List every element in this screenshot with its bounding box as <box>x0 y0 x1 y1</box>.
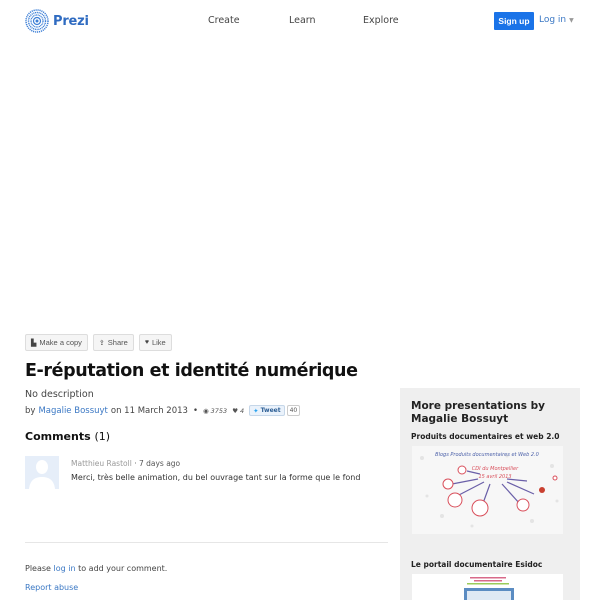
comment-meta: Matthieu Rastoll · 7 days ago <box>71 459 180 468</box>
log-in-dropdown[interactable]: Log in ▼ <box>539 15 574 25</box>
comment-time: · 7 days ago <box>134 459 181 468</box>
heart-icon: ♥ <box>232 406 239 415</box>
presentation-description: No description <box>25 389 94 400</box>
like-button[interactable]: ♥ Like <box>138 334 172 351</box>
avatar <box>25 456 59 489</box>
presentation-thumbnail-image: Blogs Produits documentaires et Web 2.0 … <box>412 446 563 534</box>
views-stat: ◉ 3753 <box>203 407 227 415</box>
related-presentation-thumbnail[interactable]: Blogs Produits documentaires et Web 2.0 … <box>412 446 563 534</box>
share-label: Share <box>107 338 128 347</box>
presentation-thumbnail-image <box>412 574 563 600</box>
thumbnail-caption: Blogs Produits documentaires et Web 2.0 <box>435 452 539 458</box>
by-prefix: by <box>25 405 36 416</box>
svg-text:15 avril 2013: 15 avril 2013 <box>478 474 511 480</box>
presentation-actions: ▙ Make a copy ⇪ Share ♥ Like <box>25 334 172 351</box>
heart-icon: ♥ <box>144 339 149 346</box>
publish-date: on 11 March 2013 <box>110 405 188 416</box>
likes-stat: ♥ 4 <box>232 407 244 415</box>
more-presentations-sidebar: More presentations by Magalie Bossuyt Pr… <box>400 388 580 600</box>
log-in-link[interactable]: log in <box>54 564 76 573</box>
eye-icon: ◉ <box>202 406 209 415</box>
svg-text:CDI du Montpellier: CDI du Montpellier <box>472 466 519 472</box>
chevron-down-icon: ▼ <box>569 16 574 24</box>
login-prompt-suffix: to add your comment. <box>78 564 168 573</box>
copy-icon: ▙ <box>31 339 37 347</box>
comments-count: (1) <box>94 430 111 443</box>
nav-create[interactable]: Create <box>208 15 240 26</box>
author-link[interactable]: Magalie Bossuyt <box>38 406 107 416</box>
likes-count: 4 <box>240 406 245 415</box>
comment-author[interactable]: Matthieu Rastoll <box>71 459 132 468</box>
top-header: Prezi Create Learn Explore Sign up Log i… <box>0 0 600 42</box>
tweet-label: Tweet <box>260 407 281 414</box>
comment-text: Merci, très belle animation, du bel ouvr… <box>71 473 361 482</box>
login-prompt-prefix: Please <box>25 564 51 573</box>
comments-heading: Comments (1) <box>25 430 110 443</box>
share-button[interactable]: ⇪ Share <box>92 334 134 351</box>
log-in-label: Log in <box>539 15 567 25</box>
prezi-logo-icon <box>25 9 49 33</box>
report-abuse-link[interactable]: Report abuse <box>25 583 78 592</box>
related-presentation-title[interactable]: Produits documentaires et web 2.0 <box>411 432 559 441</box>
sign-up-button[interactable]: Sign up <box>494 12 534 30</box>
related-presentation-thumbnail[interactable] <box>412 574 563 600</box>
logo-text: Prezi <box>53 13 89 29</box>
divider <box>25 542 388 543</box>
nav-explore[interactable]: Explore <box>363 15 399 26</box>
prezi-logo[interactable]: Prezi <box>25 9 89 33</box>
tweet-button[interactable]: ✦ Tweet <box>249 405 285 416</box>
twitter-bird-icon: ✦ <box>253 406 259 415</box>
like-label: Like <box>151 338 166 347</box>
comments-heading-label: Comments <box>25 430 91 443</box>
separator: • <box>192 405 198 416</box>
sidebar-title: More presentations by Magalie Bossuyt <box>411 400 545 425</box>
presentation-title: E-réputation et identité numérique <box>25 361 358 381</box>
make-a-copy-label: Make a copy <box>39 338 82 347</box>
make-a-copy-button[interactable]: ▙ Make a copy <box>25 334 88 351</box>
login-prompt: Please log in to add your comment. <box>25 564 167 573</box>
byline: by Magalie Bossuyt on 11 March 2013 • ◉ … <box>25 405 301 416</box>
related-presentation-title[interactable]: Le portail documentaire Esidoc <box>411 560 542 569</box>
share-icon: ⇪ <box>98 339 105 347</box>
views-count: 3753 <box>210 406 228 415</box>
tweet-count: 40 <box>286 405 301 416</box>
nav-learn[interactable]: Learn <box>289 15 316 26</box>
user-silhouette-icon <box>25 456 59 489</box>
